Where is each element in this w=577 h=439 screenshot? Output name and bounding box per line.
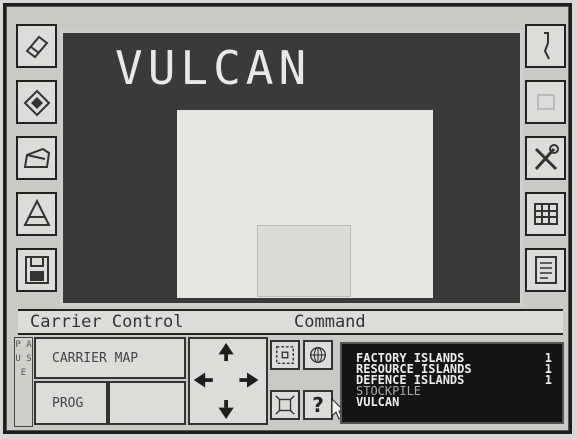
layers-icon[interactable] xyxy=(16,80,57,124)
status-bar: Carrier Control Command xyxy=(18,309,563,335)
document-icon[interactable] xyxy=(525,248,566,292)
zoom-in-button[interactable] xyxy=(270,340,300,370)
zoom-out-icon xyxy=(275,395,295,415)
island-status-list: FACTORY ISLANDS 1 RESOURCE ISLANDS 1 DEFEN… xyxy=(340,342,564,424)
direction-pad xyxy=(188,337,268,425)
arrow-left-icon[interactable] xyxy=(193,372,206,388)
prog-button[interactable]: PROG xyxy=(34,381,108,425)
tank-icon[interactable] xyxy=(16,136,57,180)
drawers-icon[interactable] xyxy=(16,192,57,236)
status-sub-text: Command xyxy=(294,312,366,332)
zoom-in-icon xyxy=(276,346,294,364)
help-button[interactable]: ? xyxy=(303,390,333,420)
zoom-out-button[interactable] xyxy=(270,390,300,420)
location-title: VULCAN xyxy=(115,41,312,95)
console-graphic xyxy=(257,225,351,297)
arrows-icon xyxy=(193,343,259,419)
grid-icon[interactable] xyxy=(525,192,566,236)
arrow-down-icon[interactable] xyxy=(218,407,234,419)
joystick-icon[interactable] xyxy=(525,24,566,68)
arrow-right-icon[interactable] xyxy=(247,372,259,388)
blank-icon[interactable] xyxy=(525,80,566,124)
arrow-up-icon[interactable] xyxy=(218,343,234,355)
globe-icon xyxy=(309,346,327,364)
tools-icon[interactable] xyxy=(525,136,566,180)
empty-button[interactable] xyxy=(108,381,186,425)
pause-tab[interactable]: P A U S E xyxy=(14,337,33,427)
carrier-map-button[interactable]: CARRIER MAP xyxy=(34,337,186,379)
main-viewport: VULCAN xyxy=(60,30,523,306)
list-item[interactable]: VULCAN xyxy=(342,396,562,408)
status-mode-text: Carrier Control xyxy=(30,312,184,332)
floppy-disk-icon[interactable] xyxy=(16,248,57,292)
globe-button[interactable] xyxy=(303,340,333,370)
command-room-scene xyxy=(177,110,433,298)
eraser-icon[interactable] xyxy=(16,24,57,68)
